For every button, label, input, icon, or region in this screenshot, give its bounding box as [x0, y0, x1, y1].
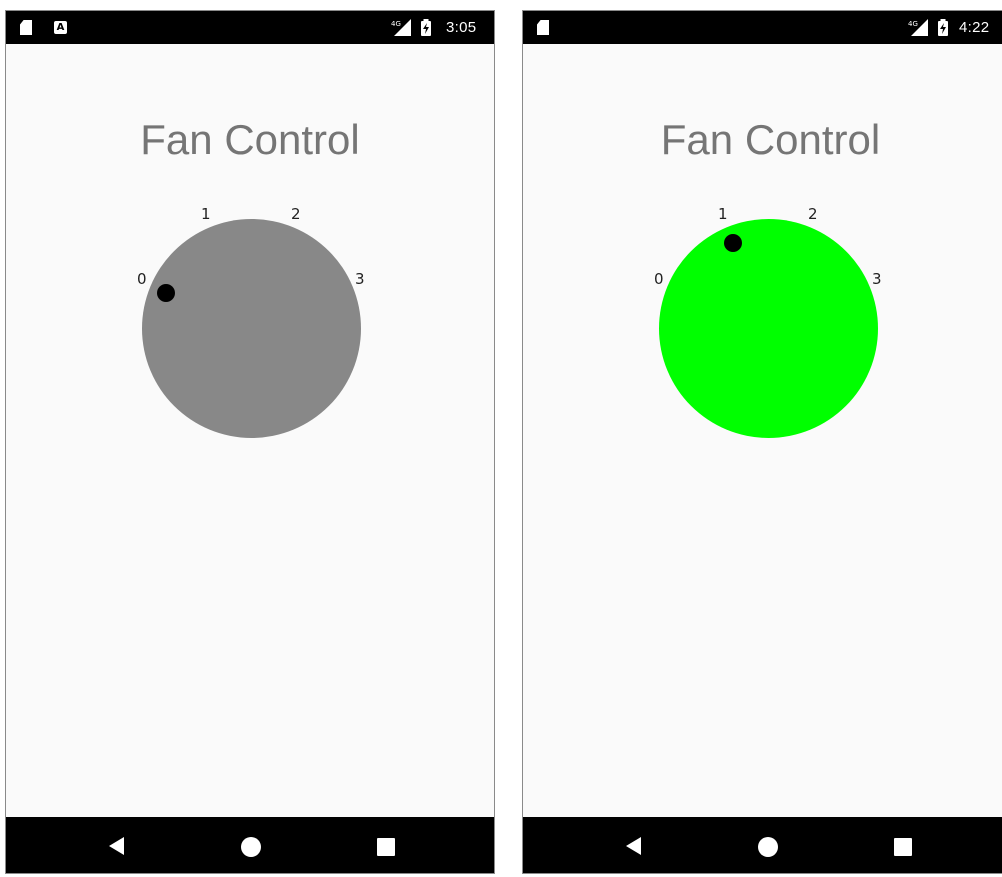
dial-label-3: 3: [355, 270, 365, 288]
dial-label-2: 2: [808, 205, 818, 223]
phone-screen-left: A 4G 3:05 Fan Control 0 1 2 3: [5, 10, 495, 874]
knob-indicator-dot: [157, 284, 175, 302]
dial-label-0: 0: [137, 270, 147, 288]
navigation-bar: [6, 817, 494, 873]
back-icon[interactable]: [109, 837, 124, 855]
navigation-bar: [523, 817, 1002, 873]
recents-icon[interactable]: [377, 838, 395, 856]
page-title: Fan Control: [660, 116, 881, 163]
screenshot-canvas: A 4G 3:05 Fan Control 0 1 2 3 4G 4:22 Fa…: [0, 0, 1002, 877]
page-title: Fan Control: [140, 116, 360, 163]
network-type-label: 4G: [391, 20, 401, 28]
phone-screen-right: 4G 4:22 Fan Control 0 1 2 3: [522, 10, 1002, 874]
dial-label-0: 0: [654, 270, 664, 288]
dial-label-1: 1: [201, 205, 211, 223]
home-icon[interactable]: [758, 837, 778, 857]
recents-icon[interactable]: [894, 838, 912, 856]
status-bar: A 4G 3:05: [6, 11, 494, 44]
status-bar: 4G 4:22: [523, 11, 1002, 44]
status-time: 3:05: [446, 19, 477, 36]
fan-knob[interactable]: [659, 219, 878, 438]
back-icon[interactable]: [626, 837, 641, 855]
signal-icon: 4G: [908, 19, 928, 36]
battery-charging-icon: [421, 19, 431, 36]
home-icon[interactable]: [241, 837, 261, 857]
dial-label-1: 1: [718, 205, 728, 223]
dial-label-3: 3: [872, 270, 882, 288]
fan-knob[interactable]: [142, 219, 361, 438]
dial-label-2: 2: [291, 205, 301, 223]
battery-charging-icon: [938, 19, 948, 36]
network-type-label: 4G: [908, 20, 918, 28]
signal-icon: 4G: [391, 19, 411, 36]
status-time: 4:22: [959, 19, 990, 36]
sd-card-icon: [20, 20, 32, 35]
knob-indicator-dot: [724, 234, 742, 252]
a-notification-icon: A: [54, 21, 67, 34]
sd-card-icon: [537, 20, 549, 35]
